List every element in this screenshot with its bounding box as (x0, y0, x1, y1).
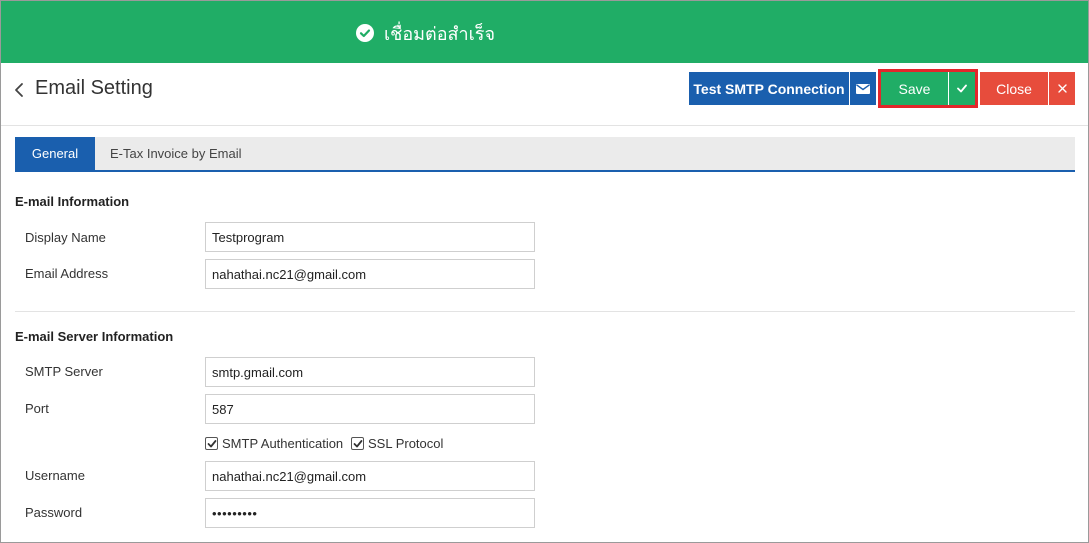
close-x-button[interactable] (1049, 72, 1075, 105)
display-name-label: Display Name (25, 230, 106, 245)
port-label: Port (25, 401, 49, 416)
close-button[interactable]: Close (980, 72, 1048, 105)
email-address-label: Email Address (25, 266, 109, 281)
tab-e-tax-invoice[interactable]: E-Tax Invoice by Email (110, 137, 242, 170)
email-address-input[interactable] (205, 259, 535, 289)
checkbox-box[interactable] (351, 437, 364, 450)
save-confirm-button[interactable] (949, 72, 975, 105)
smtp-server-label: SMTP Server (25, 364, 103, 379)
save-button[interactable]: Save (881, 72, 948, 105)
checkbox-box[interactable] (205, 437, 218, 450)
checkmark-icon (207, 439, 216, 447)
close-icon (1057, 84, 1067, 93)
email-information-heading: E-mail Information (15, 194, 130, 209)
ssl-protocol-label: SSL Protocol (368, 436, 444, 451)
email-setting-window: เชื่อมต่อสำเร็จ Email Setting Test SMTP … (0, 0, 1089, 543)
test-smtp-connection-button[interactable]: Test SMTP Connection (689, 72, 849, 105)
check-circle-icon (356, 24, 374, 42)
page-header: Email Setting Test SMTP Connection Save … (1, 63, 1088, 126)
tab-bar: General E-Tax Invoice by Email (15, 137, 1075, 172)
envelope-icon (856, 83, 870, 94)
ssl-protocol-checkbox[interactable]: SSL Protocol (351, 436, 443, 451)
username-label: Username (25, 468, 85, 483)
port-input[interactable] (205, 394, 535, 424)
section-divider (15, 311, 1075, 312)
check-icon (957, 84, 967, 93)
success-banner: เชื่อมต่อสำเร็จ (1, 1, 1088, 63)
tab-general[interactable]: General (15, 137, 95, 170)
banner-message: เชื่อมต่อสำเร็จ (384, 23, 496, 45)
banner-content: เชื่อมต่อสำเร็จ (356, 20, 495, 46)
smtp-server-input[interactable] (205, 357, 535, 387)
username-input[interactable] (205, 461, 535, 491)
smtp-authentication-checkbox[interactable]: SMTP Authentication (205, 436, 343, 451)
display-name-input[interactable] (205, 222, 535, 252)
test-smtp-mail-button[interactable] (850, 72, 876, 105)
password-input[interactable] (205, 498, 535, 528)
email-server-information-heading: E-mail Server Information (15, 329, 174, 344)
page-title: Email Setting (35, 77, 153, 99)
checkmark-icon (353, 439, 362, 447)
password-label: Password (25, 505, 83, 520)
smtp-authentication-label: SMTP Authentication (222, 436, 344, 451)
chevron-left-icon[interactable] (13, 81, 27, 99)
